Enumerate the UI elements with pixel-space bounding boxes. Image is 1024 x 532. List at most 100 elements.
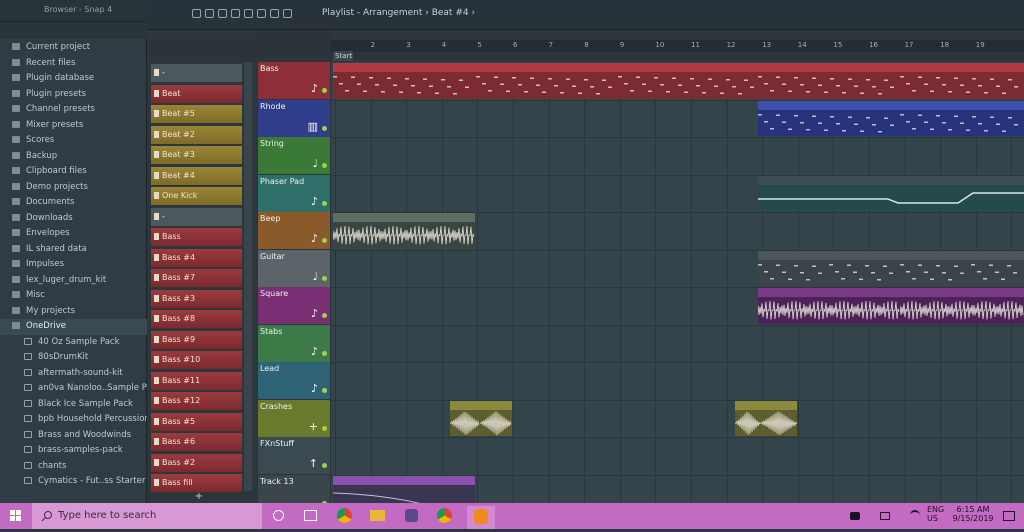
task-view-icon[interactable] xyxy=(304,510,317,521)
channel-button[interactable]: Bass #7 xyxy=(151,269,242,287)
browser-item[interactable]: Mixer presets xyxy=(0,118,147,134)
channel-button[interactable]: Bass #6 xyxy=(151,433,242,451)
channel-button[interactable]: One Kick xyxy=(151,187,242,205)
battery-icon[interactable] xyxy=(880,512,890,520)
browser-item[interactable]: Demo projects xyxy=(0,180,147,196)
delete-icon[interactable] xyxy=(218,9,227,18)
playlist-clip[interactable]: Bass xyxy=(476,63,618,99)
channel-button[interactable]: Bass #9 xyxy=(151,330,242,349)
slice-icon[interactable] xyxy=(244,9,253,18)
browser-item[interactable]: aftermath-sound-kit xyxy=(0,366,147,382)
browser-item[interactable]: Documents xyxy=(0,195,147,211)
pencil-icon[interactable] xyxy=(192,9,201,18)
track-header[interactable]: Stabs ♪ xyxy=(258,324,330,362)
channel-menu-icon[interactable] xyxy=(154,458,159,466)
browser-item[interactable]: lex_luger_drum_kit xyxy=(0,273,147,289)
playlist-clip[interactable]: Pattern 63 xyxy=(758,175,1024,211)
playlist-clip[interactable]: Rhode #3 xyxy=(758,100,900,136)
channel-button[interactable]: Bass #2 xyxy=(151,453,242,472)
channel-menu-icon[interactable] xyxy=(154,356,159,363)
fl-studio-taskbar-button[interactable] xyxy=(467,506,495,529)
browser-item[interactable]: Downloads xyxy=(0,211,147,227)
language-indicator[interactable]: ENG US xyxy=(927,505,949,523)
select-icon[interactable] xyxy=(257,9,266,18)
browser-item[interactable]: Brass and Woodwinds xyxy=(0,428,147,444)
clock[interactable]: 6:15 AM 9/15/2019 xyxy=(949,505,997,523)
channel-menu-icon[interactable] xyxy=(154,417,159,425)
track-header[interactable]: Phaser Pad ♪ xyxy=(258,174,330,212)
app-icon[interactable] xyxy=(405,509,418,522)
start-marker[interactable]: Start xyxy=(333,51,353,61)
channel-button[interactable]: - xyxy=(151,64,242,82)
channel-menu-icon[interactable] xyxy=(154,233,159,240)
browser-item[interactable]: Current project xyxy=(0,40,147,56)
playlist-clip[interactable]: Crash xyxy=(760,400,797,436)
track-mute-led[interactable] xyxy=(322,313,327,318)
channel-button[interactable]: Beat #2 xyxy=(151,125,242,144)
channel-menu-icon[interactable] xyxy=(154,294,159,302)
browser-item[interactable]: My projects xyxy=(0,304,147,320)
channel-menu-icon[interactable] xyxy=(154,89,159,97)
channel-menu-icon[interactable] xyxy=(154,151,159,158)
channel-button[interactable]: Bass fill xyxy=(151,474,242,492)
timeline-ruler[interactable] xyxy=(331,40,1024,52)
browser-item[interactable]: Black Ice Sample Pack xyxy=(0,397,147,413)
track-header[interactable]: Rhode ▥ xyxy=(258,99,330,137)
track-mute-led[interactable] xyxy=(322,425,327,431)
playlist-clip[interactable]: Mettaton - Oh Yes xyxy=(333,213,475,249)
channel-button[interactable]: Beat #3 xyxy=(151,146,242,164)
channel-menu-icon[interactable] xyxy=(154,438,159,445)
browser-item[interactable]: Envelopes xyxy=(0,226,147,242)
mute-icon[interactable] xyxy=(231,9,240,18)
playlist-clip[interactable]: Guitar xyxy=(829,250,900,286)
browser-item[interactable]: 80sDrumKit xyxy=(0,350,147,366)
channel-menu-icon[interactable] xyxy=(154,130,159,138)
channel-button[interactable]: Beat #5 xyxy=(151,105,242,123)
zoom-icon[interactable] xyxy=(270,9,279,18)
browser-item[interactable]: Backup xyxy=(0,149,147,165)
playlist-clip[interactable]: funky-guitar-riff_130bpm_A_major xyxy=(758,288,900,324)
channel-menu-icon[interactable] xyxy=(154,335,159,343)
notifications-icon[interactable] xyxy=(1003,511,1015,521)
browser-item[interactable]: IL shared data xyxy=(0,242,147,258)
add-channel-button[interactable]: + xyxy=(149,491,249,503)
channel-menu-icon[interactable] xyxy=(154,479,159,486)
playlist-clip[interactable]: Guitar xyxy=(900,250,971,286)
track-mute-led[interactable] xyxy=(322,200,327,206)
track-header[interactable]: Guitar ♩ xyxy=(258,249,330,287)
track-mute-led[interactable] xyxy=(322,163,327,168)
chrome-icon[interactable] xyxy=(337,508,352,523)
playlist-clip[interactable]: Rhode #3 xyxy=(900,100,1024,136)
tray-icon[interactable] xyxy=(850,512,860,520)
track-mute-led[interactable] xyxy=(322,238,327,243)
channel-button[interactable]: Bass #3 xyxy=(151,289,242,308)
browser-item[interactable]: Cymatics - Fut..ss Starter Pack xyxy=(0,474,147,490)
browser-item[interactable]: Plugin database xyxy=(0,71,147,87)
playlist-clip[interactable]: Guitar xyxy=(971,250,1024,286)
channel-menu-icon[interactable] xyxy=(154,171,159,179)
browser-item[interactable]: bpb Household Percussion xyxy=(0,412,147,428)
track-mute-led[interactable] xyxy=(322,125,327,131)
channel-menu-icon[interactable] xyxy=(154,69,159,76)
channel-button[interactable]: Bass xyxy=(151,228,242,246)
chrome-icon-2[interactable] xyxy=(437,508,452,523)
brush-icon[interactable] xyxy=(205,9,214,18)
track-mute-led[interactable] xyxy=(322,388,327,393)
browser-item[interactable]: OneDrive xyxy=(0,319,147,335)
channel-menu-icon[interactable] xyxy=(154,192,159,199)
track-mute-led[interactable] xyxy=(322,275,327,281)
channel-menu-icon[interactable] xyxy=(154,397,159,404)
browser-item[interactable]: Plugin presets xyxy=(0,87,147,103)
rack-scrollbar[interactable] xyxy=(244,62,252,491)
browser-item[interactable]: an0va Nanoloo..Sample Pack xyxy=(0,381,147,397)
channel-menu-icon[interactable] xyxy=(154,274,159,281)
playlist-clip[interactable]: funky-guit..m_A_minor xyxy=(900,288,1024,324)
playlist-clip[interactable]: Bass fill #2 xyxy=(333,63,476,99)
playlist-clip[interactable]: Bass #3 xyxy=(618,63,758,99)
browser-item[interactable]: Misc xyxy=(0,288,147,304)
browser-item[interactable]: chants xyxy=(0,459,147,475)
channel-button[interactable]: Bass #10 xyxy=(151,351,242,369)
track-mute-led[interactable] xyxy=(322,350,327,356)
track-header[interactable]: Square ♪ xyxy=(258,287,330,324)
browser-item[interactable]: 40 Oz Sample Pack xyxy=(0,335,147,351)
